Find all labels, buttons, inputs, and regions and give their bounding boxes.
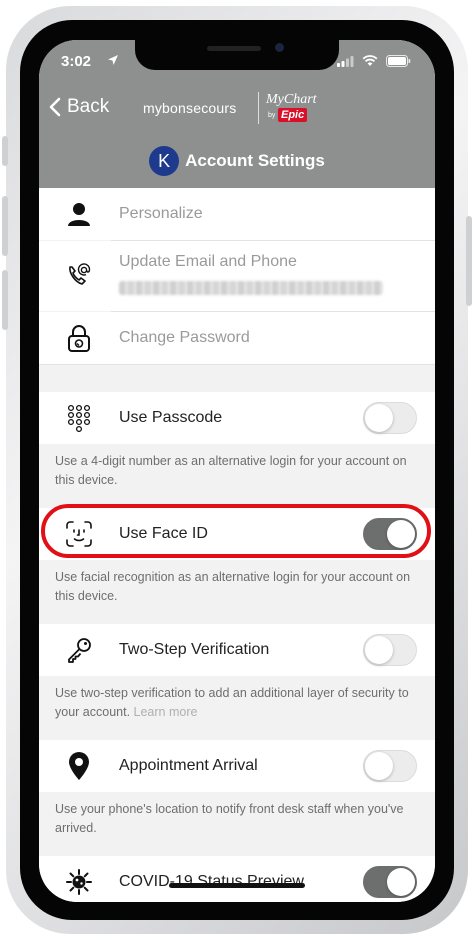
settings-list: Personalize Update Email and Phone Chang… <box>39 188 435 902</box>
passcode-toggle[interactable] <box>363 402 417 434</box>
mychart-text: MyChart <box>266 92 317 107</box>
use-passcode-label: Use Passcode <box>119 409 223 426</box>
toggle-knob <box>365 404 393 432</box>
toggle-knob <box>365 636 393 664</box>
avatar[interactable]: K <box>149 146 180 176</box>
lock-icon <box>63 322 95 354</box>
keypad-icon <box>63 402 95 434</box>
location-pin-icon <box>63 750 95 782</box>
power-button <box>466 216 472 306</box>
toggle-knob <box>365 752 393 780</box>
status-indicators <box>337 55 411 67</box>
mychart-logo: MyChart by Epic <box>266 92 326 128</box>
appointment-arrival-label: Appointment Arrival <box>119 757 258 774</box>
screen: 3:02 Back mybonsecours MyChart by Epic K… <box>39 40 435 902</box>
status-time: 3:02 <box>61 53 92 70</box>
toggle-knob <box>387 868 415 896</box>
covid-toggle[interactable] <box>363 866 417 898</box>
learn-more-link[interactable]: Learn more <box>134 705 198 719</box>
page-title: Account Settings <box>185 151 325 170</box>
epic-logo: Epic <box>278 108 308 122</box>
covid-status-preview-row: COVID-19 Status Preview <box>39 856 435 902</box>
volume-up-button <box>2 196 8 256</box>
redacted-contact-info <box>119 281 383 295</box>
volume-down-button <box>2 270 8 330</box>
battery-icon <box>386 55 411 67</box>
use-passcode-row: Use Passcode <box>39 392 435 444</box>
back-label: Back <box>67 96 110 117</box>
page-title-bar: K Account Settings <box>39 146 435 176</box>
front-camera <box>275 43 284 52</box>
back-button[interactable]: Back <box>49 96 109 118</box>
covid-status-preview-label: COVID-19 Status Preview <box>119 873 304 890</box>
speaker-grille <box>207 46 261 51</box>
arrival-toggle[interactable] <box>363 750 417 782</box>
change-password-row[interactable]: Change Password <box>39 312 435 364</box>
passcode-description: Use a 4-digit number as an alternative l… <box>55 454 407 487</box>
wifi-icon <box>362 55 378 66</box>
logo-divider <box>258 92 259 124</box>
update-email-phone-label: Update Email and Phone <box>119 253 297 270</box>
two-step-description: Use two-step verification to add an addi… <box>55 684 419 722</box>
two-step-verification-label: Two-Step Verification <box>119 641 270 658</box>
phone-at-icon <box>63 259 95 291</box>
face-id-description: Use facial recognition as an alternative… <box>55 570 411 603</box>
arrival-description: Use your phone's location to notify fron… <box>55 802 404 835</box>
two-step-verification-row: Two-Step Verification <box>39 624 435 676</box>
update-email-phone-row[interactable]: Update Email and Phone <box>39 241 435 311</box>
virus-icon <box>63 866 95 898</box>
two-step-description-text: Use two-step verification to add an addi… <box>55 686 409 719</box>
personalize-row[interactable]: Personalize <box>39 188 435 240</box>
chevron-left-icon <box>49 97 61 117</box>
location-arrow-icon <box>108 55 118 65</box>
mychart-by: by <box>268 112 276 119</box>
app-header: 3:02 Back mybonsecours MyChart by Epic K… <box>39 40 435 188</box>
key-icon <box>63 634 95 666</box>
notch <box>135 40 339 70</box>
two-step-toggle[interactable] <box>363 634 417 666</box>
mute-switch <box>2 136 8 166</box>
appointment-arrival-row: Appointment Arrival <box>39 740 435 792</box>
change-password-label: Change Password <box>119 329 250 346</box>
brand-logo: mybonsecours <box>143 100 237 116</box>
divider <box>39 364 435 365</box>
cellular-signal-icon <box>337 55 354 67</box>
home-indicator[interactable] <box>169 883 305 888</box>
person-icon <box>63 198 95 230</box>
face-id-highlight-annotation <box>41 504 431 558</box>
personalize-label: Personalize <box>119 205 203 222</box>
